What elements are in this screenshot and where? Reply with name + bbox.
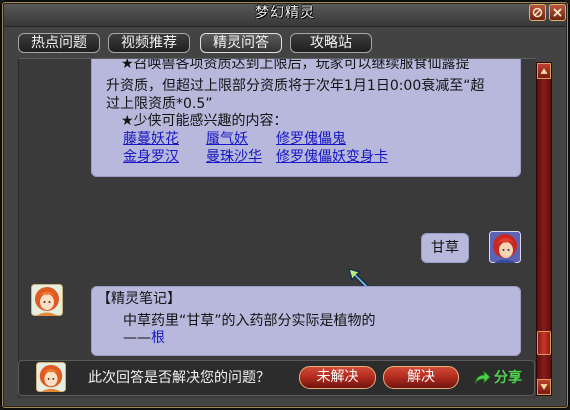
unresolved-button[interactable]: 未解决 — [299, 366, 376, 389]
share-label: 分享 — [494, 370, 522, 386]
tab-sprite-qa[interactable]: 精灵问答 — [200, 33, 282, 53]
related-link[interactable]: 藤蔓妖花 — [123, 130, 179, 148]
share-button[interactable]: 分享 — [473, 369, 529, 387]
user-avatar — [489, 231, 521, 263]
note-heading: 【精灵笔记】 — [97, 291, 181, 307]
note-link[interactable]: 根 — [151, 330, 165, 346]
question-bubble: 甘草 — [421, 233, 469, 263]
scrollbar[interactable] — [536, 62, 552, 396]
window-title: 梦幻精灵 — [255, 5, 315, 21]
tab-hot-questions[interactable]: 热点问题 — [18, 33, 100, 53]
note-dash: —— — [123, 330, 151, 346]
sprite-avatar-small — [36, 362, 66, 392]
arrow-up-icon — [540, 68, 548, 74]
answer-line: ★召唤兽各项资质达到上限后，玩家可以继续服食仙露提 — [121, 58, 470, 72]
sprite-window: 梦幻精灵 热点问题 视频推荐 精灵问答 攻略站 ★召唤兽各项资质达到上限后，玩家… — [0, 0, 570, 410]
tab-video-recommend[interactable]: 视频推荐 — [108, 33, 190, 53]
related-link[interactable]: 金身罗汉 — [123, 148, 179, 166]
related-link[interactable]: 修罗傀儡妖变身卡 — [276, 148, 388, 166]
feedback-bar: 此次回答是否解决您的问题？ 未解决 解决 分享 — [18, 360, 535, 396]
sprite-avatar — [31, 284, 63, 316]
related-link[interactable]: 修罗傀儡鬼 — [276, 130, 346, 148]
title-extra-button[interactable] — [529, 4, 546, 21]
scroll-up-button[interactable] — [537, 63, 551, 79]
scroll-down-button[interactable] — [537, 379, 551, 395]
related-link[interactable]: 蜃气妖 — [206, 130, 248, 148]
arrow-down-icon — [540, 384, 548, 390]
close-icon — [553, 8, 562, 17]
feedback-prompt: 此次回答是否解决您的问题？ — [88, 370, 270, 386]
chat-area[interactable]: ★召唤兽各项资质达到上限后，玩家可以继续服食仙露提 升资质，但超过上限部分资质将… — [18, 58, 536, 398]
tab-guide-site[interactable]: 攻略站 — [290, 33, 372, 53]
resolved-button[interactable]: 解决 — [383, 366, 459, 389]
answer-bubble: ★召唤兽各项资质达到上限后，玩家可以继续服食仙露提 升资质，但超过上限部分资质将… — [91, 58, 521, 177]
title-bar[interactable]: 梦幻精灵 — [0, 0, 570, 27]
scroll-thumb[interactable] — [537, 331, 551, 355]
note-ending: ——根 — [123, 329, 165, 347]
interest-heading: ★少侠可能感兴趣的内容： — [121, 113, 288, 129]
answer-line: 升资质，但超过上限部分资质将于次年1月1日0:00衰减至“超 — [106, 78, 485, 94]
circle-slash-icon — [532, 7, 543, 18]
close-button[interactable] — [549, 4, 566, 21]
note-body: 中草药里“甘草”的入药部分实际是植物的 — [123, 313, 376, 329]
question-text: 甘草 — [431, 240, 459, 256]
share-icon — [474, 370, 491, 385]
answer-line: 过上限资质*0.5” — [106, 96, 213, 112]
note-bubble: 【精灵笔记】 中草药里“甘草”的入药部分实际是植物的 ——根 — [91, 286, 521, 356]
related-link[interactable]: 曼珠沙华 — [206, 148, 262, 166]
